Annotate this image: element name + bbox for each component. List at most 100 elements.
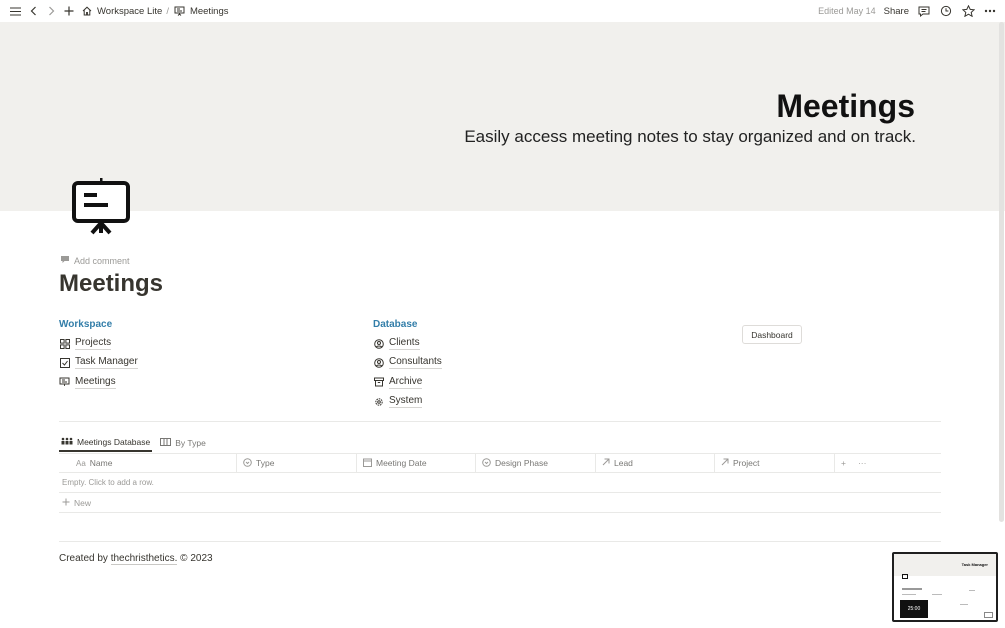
cover-title: Meetings [776, 88, 915, 124]
thumbnail-line [969, 590, 975, 591]
breadcrumb-workspace[interactable]: Workspace Lite [97, 6, 162, 17]
tab-by-type[interactable]: By Type [158, 434, 208, 452]
tab-label: Meetings Database [77, 437, 151, 447]
grid-icon [59, 338, 70, 349]
user-circle-icon [373, 338, 384, 349]
column-label: Lead [614, 458, 633, 468]
thumbnail-title: Task Manager [961, 562, 988, 567]
workspace-item-label: Task Manager [75, 356, 138, 370]
tab-label: By Type [175, 438, 206, 448]
footer-author-link[interactable]: thechristhetics. [110, 553, 178, 565]
divider [59, 421, 941, 422]
thumbnail-line [902, 588, 922, 590]
board-icon [160, 438, 172, 448]
database-heading: Database [373, 319, 418, 330]
database-item-label: Archive [389, 375, 423, 389]
thumbnail-timer: 25:00 [900, 600, 928, 618]
column-header-meeting-date[interactable]: Meeting Date [357, 454, 476, 472]
workspace-item-task-manager[interactable]: Task Manager [59, 353, 138, 372]
database-item-clients[interactable]: Clients [373, 334, 442, 353]
more-options-icon[interactable] [983, 4, 997, 18]
footer-credit: Created by thechristhetics. © 2023 [59, 553, 213, 565]
workspace-column: Workspace Projects Task Manager Meetings [59, 319, 138, 392]
database-item-system[interactable]: System [373, 392, 442, 411]
people-icon [61, 437, 73, 447]
calendar-icon [363, 458, 372, 469]
divider [59, 541, 941, 542]
archive-icon [373, 377, 384, 388]
forward-icon[interactable] [44, 4, 58, 18]
relation-arrow-icon [602, 458, 610, 468]
page-title[interactable]: Meetings [59, 270, 163, 298]
edited-timestamp: Edited May 14 [818, 6, 876, 16]
comments-icon[interactable] [917, 4, 931, 18]
column-more-button[interactable]: ··· [858, 458, 867, 468]
new-row-button[interactable]: New [59, 493, 941, 513]
plus-icon [62, 498, 70, 508]
database-item-label: Clients [389, 337, 420, 351]
workspace-heading: Workspace [59, 319, 113, 330]
thumbnail-line [932, 594, 942, 595]
checkbox-icon [59, 357, 70, 368]
thumbnail-box [984, 612, 993, 618]
table-header: Aa Name Type Meeting Date Design Phase L… [59, 453, 941, 473]
menu-icon[interactable] [8, 4, 22, 18]
cover-image: Meetings Easily access meeting notes to … [0, 22, 1005, 211]
tab-meetings-database[interactable]: Meetings Database [59, 434, 153, 452]
column-label: Design Phase [495, 458, 548, 468]
workspace-item-label: Projects [75, 337, 112, 351]
database-column: Database Clients Consultants Archive Sys… [373, 319, 442, 411]
add-column-button[interactable]: + [841, 458, 846, 468]
presentation-icon[interactable] [70, 177, 132, 235]
column-header-lead[interactable]: Lead [596, 454, 715, 472]
select-icon [482, 457, 491, 469]
home-icon[interactable] [80, 4, 94, 18]
checkbox-icon [902, 574, 908, 579]
database-item-label: Consultants [389, 356, 442, 370]
presentation-icon [173, 4, 187, 18]
column-header-design-phase[interactable]: Design Phase [476, 454, 596, 472]
comment-icon [60, 255, 70, 266]
back-icon[interactable] [26, 4, 40, 18]
column-controls: + ··· [835, 454, 866, 472]
select-icon [243, 457, 252, 469]
column-header-project[interactable]: Project [715, 454, 835, 472]
column-label: Project [733, 458, 760, 468]
footer-suffix: © 2023 [177, 553, 213, 564]
top-bar: Workspace Lite / Meetings Edited May 14 … [0, 0, 1005, 22]
scrollbar[interactable] [999, 22, 1004, 522]
empty-row[interactable]: Empty. Click to add a row. [59, 473, 941, 493]
history-icon[interactable] [939, 4, 953, 18]
new-row-label: New [74, 497, 92, 508]
add-comment-button[interactable]: Add comment [60, 255, 130, 266]
cover-subtitle: Easily access meeting notes to stay orga… [464, 127, 916, 146]
add-comment-label: Add comment [74, 255, 130, 266]
workspace-item-projects[interactable]: Projects [59, 334, 138, 353]
column-label: Name [89, 458, 113, 468]
breadcrumb-page[interactable]: Meetings [190, 6, 229, 17]
relation-arrow-icon [721, 458, 729, 468]
share-button[interactable]: Share [884, 6, 909, 17]
plus-icon[interactable] [62, 4, 76, 18]
dashboard-button[interactable]: Dashboard [742, 325, 802, 344]
star-icon[interactable] [961, 4, 975, 18]
footer-prefix: Created by [59, 553, 111, 564]
database-item-label: System [389, 395, 423, 409]
workspace-item-label: Meetings [75, 375, 116, 389]
gear-icon [373, 396, 384, 407]
workspace-item-meetings[interactable]: Meetings [59, 373, 138, 392]
page-preview-thumbnail[interactable]: Task Manager 25:00 [892, 552, 998, 622]
thumbnail-line [960, 604, 968, 605]
database-item-archive[interactable]: Archive [373, 373, 442, 392]
thumbnail-line [902, 594, 916, 595]
column-header-name[interactable]: Aa Name [59, 454, 237, 472]
database-item-consultants[interactable]: Consultants [373, 353, 442, 372]
user-circle-icon [373, 357, 384, 368]
breadcrumb-separator: / [166, 5, 169, 17]
view-tabs: Meetings Database By Type [59, 434, 208, 452]
column-header-type[interactable]: Type [237, 454, 357, 472]
text-property-icon: Aa [76, 458, 86, 468]
breadcrumb: Workspace Lite / Meetings [80, 4, 229, 18]
column-label: Type [256, 458, 275, 468]
presentation-icon [59, 377, 70, 388]
